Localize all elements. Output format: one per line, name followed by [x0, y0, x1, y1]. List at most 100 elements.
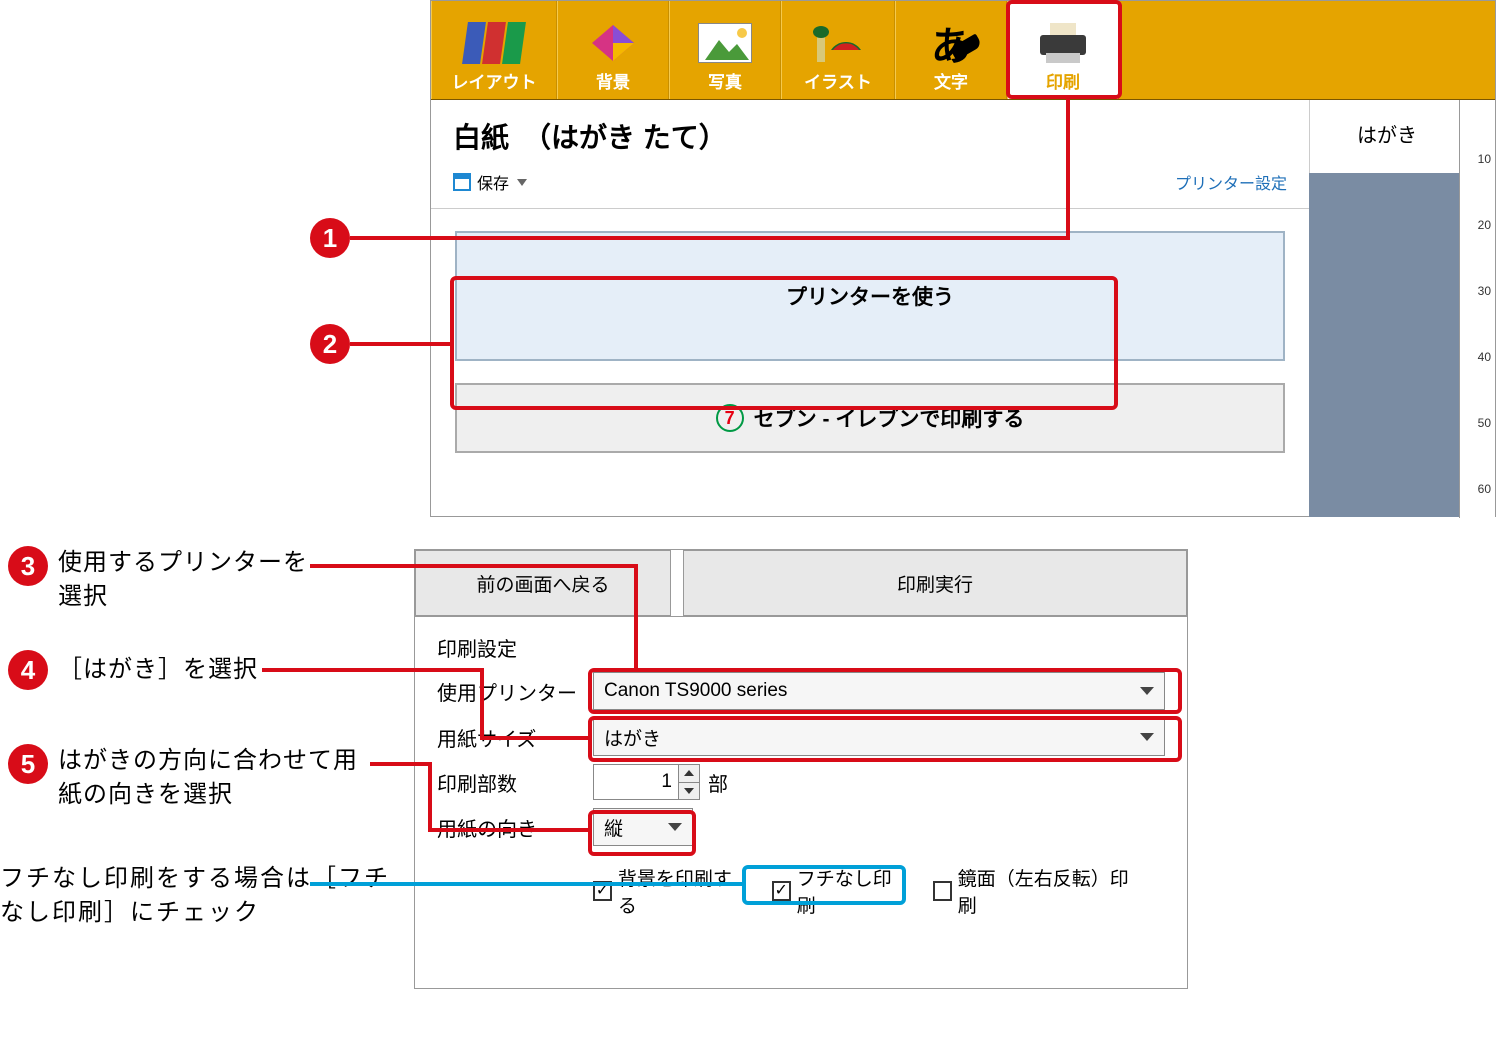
- checkbox-icon: ✓: [772, 881, 791, 901]
- ruler-tick: 10: [1463, 152, 1491, 166]
- text-icon: あ: [921, 18, 981, 68]
- select-value: はがき: [604, 724, 661, 751]
- ruler-tick: 40: [1463, 350, 1491, 364]
- tab-layout[interactable]: レイアウト: [431, 1, 557, 99]
- callout-badge: 5: [8, 744, 48, 784]
- callout-line: [480, 668, 484, 740]
- input-value: 1: [661, 771, 672, 793]
- callout-line: [310, 564, 638, 568]
- chevron-down-icon: [1140, 687, 1154, 695]
- callout-badge: 4: [8, 650, 48, 690]
- borderless-checkbox[interactable]: ✓ フチなし印刷: [772, 864, 903, 918]
- tab-label: 背景: [596, 68, 630, 93]
- select-value: 縦: [604, 814, 623, 841]
- paper-size-select[interactable]: はがき: [593, 718, 1165, 756]
- use-printer-button[interactable]: プリンターを使う: [455, 231, 1285, 361]
- copies-label: 印刷部数: [437, 768, 593, 797]
- tab-illust[interactable]: イラスト: [781, 1, 895, 99]
- tab-label: レイアウト: [452, 68, 537, 93]
- seven-eleven-icon: 7: [716, 404, 744, 432]
- page-title: 白紙 （はがき たて）: [431, 100, 1309, 162]
- tab-text[interactable]: あ 文字: [895, 1, 1007, 99]
- layout-icon: [464, 18, 524, 68]
- printer-label: 使用プリンター: [437, 677, 593, 706]
- copies-spinner[interactable]: [678, 764, 700, 800]
- callout-line: [428, 762, 432, 832]
- tab-label: 写真: [708, 68, 742, 93]
- orientation-select[interactable]: 縦: [593, 808, 693, 846]
- orientation-row: 用紙の向き 縦: [437, 808, 1165, 846]
- ruler-tick: 60: [1463, 482, 1491, 496]
- button-label: 前の画面へ戻る: [476, 570, 609, 597]
- ruler-tick: 50: [1463, 416, 1491, 430]
- callout-line: [262, 668, 484, 672]
- callout-3: 3 使用するプリンターを選択: [8, 546, 318, 613]
- mirror-checkbox[interactable]: 鏡面（左右反転）印刷: [933, 864, 1135, 918]
- button-label: セブン ‐ イレブンで印刷する: [754, 403, 1025, 433]
- callout-2: 2: [310, 324, 350, 364]
- tab-print[interactable]: 印刷: [1007, 1, 1119, 99]
- printer-icon: [1033, 18, 1093, 68]
- copies-row: 印刷部数 1 部: [437, 764, 1165, 800]
- print-background-checkbox[interactable]: ✓背景を印刷する: [593, 864, 742, 918]
- callout-text: はがきの方向に合わせて用紙の向きを選択: [58, 744, 378, 811]
- preview-title: はがき: [1357, 119, 1417, 148]
- chevron-down-icon: [684, 788, 694, 794]
- checkbox-row: ✓背景を印刷する ✓ フチなし印刷 鏡面（左右反転）印刷: [593, 864, 1165, 918]
- main-toolbar: レイアウト 背景 写真 イラスト あ 文字 印刷: [431, 1, 1495, 100]
- callout-borderless: フチなし印刷をする場合は［フチなし印刷］にチェック: [0, 862, 396, 929]
- checkbox-label: 背景を印刷する: [618, 864, 742, 918]
- copies-input[interactable]: 1: [593, 764, 679, 800]
- callout-line: [370, 762, 432, 766]
- background-icon: [583, 18, 643, 68]
- orientation-label: 用紙の向き: [437, 813, 593, 842]
- callout-1: 1: [310, 218, 350, 258]
- callout-badge: 3: [8, 546, 48, 586]
- callout-text: フチなし印刷をする場合は［フチなし印刷］にチェック: [0, 865, 390, 926]
- chevron-down-icon: [1140, 733, 1154, 741]
- button-label: 印刷実行: [897, 570, 973, 597]
- photo-icon: [695, 18, 755, 68]
- save-button[interactable]: 保存: [477, 170, 509, 194]
- select-value: Canon TS9000 series: [604, 680, 787, 702]
- chevron-down-icon[interactable]: [517, 179, 527, 186]
- callout-line-blue: [310, 882, 746, 886]
- checkbox-label: 鏡面（左右反転）印刷: [958, 864, 1135, 918]
- app-panel-settings: 前の画面へ戻る 印刷実行 印刷設定 使用プリンター Canon TS9000 s…: [414, 549, 1188, 989]
- illust-icon: [808, 18, 868, 68]
- callout-line: [350, 236, 1070, 240]
- tab-background[interactable]: 背景: [557, 1, 669, 99]
- callout-text: 使用するプリンターを選択: [58, 546, 318, 613]
- action-bar: 前の画面へ戻る 印刷実行: [415, 550, 1187, 617]
- back-button[interactable]: 前の画面へ戻る: [415, 550, 671, 616]
- button-label: プリンターを使う: [786, 281, 954, 311]
- tab-photo[interactable]: 写真: [669, 1, 781, 99]
- printer-row: 使用プリンター Canon TS9000 series: [437, 672, 1165, 710]
- callout-text: ［はがき］を選択: [58, 653, 258, 687]
- printer-select[interactable]: Canon TS9000 series: [593, 672, 1165, 710]
- app-panel-top: レイアウト 背景 写真 イラスト あ 文字 印刷 白紙 （はがき たて）: [430, 0, 1496, 517]
- chevron-down-icon: [668, 823, 682, 831]
- callout-4: 4 ［はがき］を選択: [8, 650, 258, 690]
- execute-print-button[interactable]: 印刷実行: [683, 550, 1187, 616]
- callout-badge: 1: [310, 218, 350, 258]
- tab-label: 印刷: [1046, 68, 1080, 93]
- save-icon: [453, 173, 471, 191]
- callout-line: [480, 736, 592, 740]
- callout-5: 5 はがきの方向に合わせて用紙の向きを選択: [8, 744, 378, 811]
- printer-settings-link[interactable]: プリンター設定: [1175, 170, 1287, 194]
- print-settings: 印刷設定 使用プリンター Canon TS9000 series 用紙サイズ は…: [415, 617, 1187, 942]
- tab-label: イラスト: [804, 68, 872, 93]
- preview-area: [1309, 173, 1459, 517]
- callout-line: [350, 342, 454, 346]
- chevron-up-icon: [684, 770, 694, 776]
- callout-line: [428, 828, 592, 832]
- callout-line: [1066, 99, 1070, 240]
- checkbox-icon: [933, 881, 952, 901]
- ruler: 10 20 30 40 50 60: [1459, 100, 1495, 518]
- seven-eleven-button[interactable]: 7 セブン ‐ イレブンで印刷する: [455, 383, 1285, 453]
- sub-toolbar: 保存 プリンター設定: [431, 162, 1309, 209]
- settings-title: 印刷設定: [437, 633, 1165, 662]
- ruler-tick: 30: [1463, 284, 1491, 298]
- checkbox-label: フチなし印刷: [797, 864, 903, 918]
